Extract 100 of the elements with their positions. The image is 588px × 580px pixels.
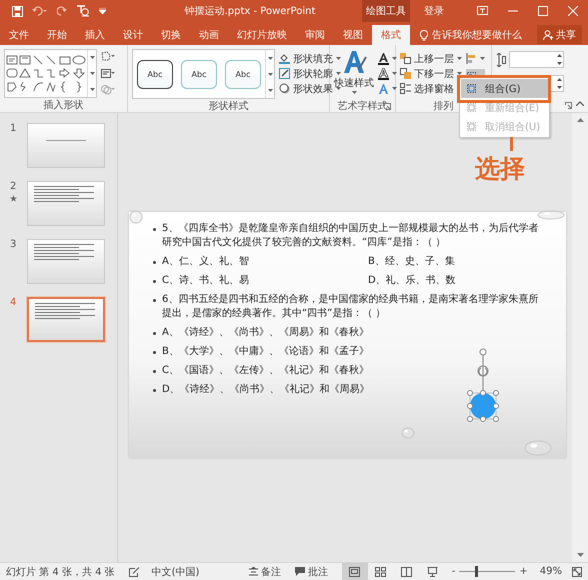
text-box-icon[interactable] bbox=[101, 68, 115, 78]
text-outline-icon[interactable] bbox=[378, 68, 389, 80]
caret-icon bbox=[457, 72, 462, 75]
shape-gallery-drawing[interactable] bbox=[5, 54, 87, 94]
contextual-tab-label: 绘图工具 bbox=[362, 0, 410, 22]
caret-icon bbox=[90, 88, 94, 91]
ribbon-tab[interactable]: 审阅 bbox=[296, 25, 334, 45]
person-icon bbox=[543, 30, 553, 40]
arrange-command-button[interactable]: 上移一层 bbox=[400, 51, 462, 66]
answer-option: B、经、史、子、集 bbox=[368, 255, 574, 269]
caret-icon bbox=[352, 91, 356, 94]
group-objects-icon bbox=[466, 102, 477, 113]
caret-icon bbox=[90, 56, 94, 60]
undo-icon[interactable] bbox=[32, 6, 48, 16]
ribbon-tab[interactable]: 格式 bbox=[372, 25, 410, 45]
ribbon-tab[interactable]: 开始 bbox=[38, 25, 76, 45]
send-backward-icon bbox=[400, 68, 411, 79]
caret-icon bbox=[90, 72, 94, 75]
save-icon[interactable] bbox=[12, 6, 23, 16]
collapse-ribbon-icon[interactable] bbox=[576, 101, 584, 106]
caret-icon bbox=[392, 57, 397, 60]
slide-thumbnail[interactable] bbox=[27, 239, 105, 284]
caret-icon bbox=[336, 87, 341, 90]
shape-style-button[interactable]: Abc bbox=[181, 60, 217, 88]
spin-icon[interactable] bbox=[556, 76, 563, 91]
slide-thumbnail[interactable] bbox=[27, 123, 105, 168]
caret-icon bbox=[268, 56, 272, 60]
edit-shape-icon[interactable] bbox=[101, 51, 115, 62]
group-label: 排列 bbox=[434, 100, 454, 113]
ribbon-tab[interactable]: 幻灯片放映 bbox=[228, 25, 296, 45]
fit-to-window-icon[interactable] bbox=[572, 566, 582, 576]
slide-number: 2 bbox=[10, 181, 18, 192]
redo-icon[interactable] bbox=[57, 6, 67, 16]
ribbon-tab[interactable]: 文件 bbox=[0, 25, 38, 45]
answer-option: D、《诗经》、《尚书》、《礼记》和《周易》 bbox=[162, 383, 370, 397]
bring-forward-icon bbox=[400, 53, 411, 64]
tell-me-field[interactable]: 告诉我你想要做什么 bbox=[432, 28, 522, 42]
answer-option: C、《国语》、《左传》、《礼记》和《春秋》 bbox=[162, 364, 369, 378]
slide-sorter-icon bbox=[375, 566, 386, 576]
caret-icon bbox=[480, 57, 485, 60]
reading-view-icon bbox=[401, 566, 412, 576]
scroll-down-icon[interactable] bbox=[576, 553, 584, 557]
answer-option: D、礼、乐、书、数 bbox=[368, 274, 574, 288]
question-text: 5、《四库全书》是乾隆皇帝亲自组织的中国历史上一部规模最大的丛书，为后代学者研究中国古代文化提供了较完善的文献资料。“四库”是指：（ ） bbox=[162, 222, 540, 250]
water-drop-drawing bbox=[129, 210, 143, 224]
menu-item[interactable]: 组合(G) bbox=[461, 79, 548, 98]
notes-icon bbox=[248, 567, 258, 576]
height-icon bbox=[496, 52, 506, 66]
slide-number: 1 bbox=[10, 123, 18, 134]
ribbon-tab[interactable]: 切换 bbox=[152, 25, 190, 45]
group-label: 形状样式 bbox=[208, 100, 248, 113]
shape-style-button[interactable]: Abc bbox=[137, 60, 173, 88]
close-icon[interactable] bbox=[568, 6, 578, 16]
ribbon-tab[interactable]: 视图 bbox=[334, 25, 372, 45]
ribbon-tab[interactable]: 动画 bbox=[190, 25, 228, 45]
ribbon-display-icon[interactable] bbox=[477, 6, 488, 15]
caret-icon bbox=[336, 72, 341, 75]
text-fill-icon[interactable] bbox=[378, 52, 389, 64]
group-objects-icon bbox=[466, 121, 477, 132]
shape-effects-icon bbox=[279, 83, 290, 94]
zoom-slider-thumb[interactable] bbox=[475, 566, 478, 577]
language-indicator[interactable]: 中文(中国) bbox=[152, 564, 200, 578]
selection-pane-icon bbox=[400, 83, 411, 94]
customize-icon[interactable] bbox=[99, 8, 106, 14]
notes-button[interactable]: 备注 bbox=[248, 564, 281, 578]
shape-command-button[interactable]: 形状填充 bbox=[279, 51, 341, 66]
touch-mode-icon[interactable] bbox=[76, 5, 90, 17]
height-field[interactable] bbox=[509, 51, 564, 68]
shape-style-button[interactable]: Abc bbox=[225, 60, 261, 88]
proofing-icon[interactable] bbox=[128, 566, 140, 576]
caret-icon bbox=[268, 88, 272, 92]
caret-icon bbox=[392, 72, 397, 75]
view-button[interactable] bbox=[342, 563, 368, 580]
water-drop-drawing bbox=[401, 427, 415, 439]
slide-thumbnail[interactable] bbox=[27, 181, 105, 226]
slide-thumbnail[interactable] bbox=[27, 297, 105, 342]
menu-item: 取消组合(U) bbox=[461, 117, 548, 136]
dialog-launcher-icon[interactable] bbox=[565, 102, 572, 109]
ribbon-tab[interactable]: 设计 bbox=[114, 25, 152, 45]
share-button[interactable]: 共享 bbox=[537, 25, 582, 44]
spin-icon[interactable] bbox=[556, 52, 563, 67]
caret-icon bbox=[457, 57, 462, 60]
zoom-in-button[interactable]: + bbox=[519, 566, 528, 577]
scroll-up-icon[interactable] bbox=[576, 118, 584, 122]
zoom-out-button[interactable]: - bbox=[452, 566, 456, 577]
comments-button[interactable]: 批注 bbox=[294, 564, 328, 578]
water-drop-drawing bbox=[524, 440, 552, 456]
arrange-command-button[interactable]: 下移一层 bbox=[400, 66, 462, 81]
ribbon-tab[interactable]: 插入 bbox=[76, 25, 114, 45]
answer-option: A、仁、义、礼、智 bbox=[162, 255, 368, 269]
arrange-command-button[interactable]: 选择窗格 bbox=[400, 81, 462, 96]
sign-in-link[interactable]: 登录 bbox=[424, 4, 444, 18]
slideshow-icon bbox=[427, 566, 438, 576]
answer-option: A、《诗经》、《尚书》、《周易》和《春秋》 bbox=[162, 326, 369, 340]
zoom-level[interactable]: 49% bbox=[540, 566, 562, 577]
callout-label: 选择 bbox=[475, 153, 525, 185]
slide-number: 4 bbox=[10, 297, 18, 308]
align-icon[interactable] bbox=[466, 53, 477, 64]
maximize-icon[interactable] bbox=[538, 6, 548, 16]
slide-number: 3 bbox=[10, 239, 18, 250]
